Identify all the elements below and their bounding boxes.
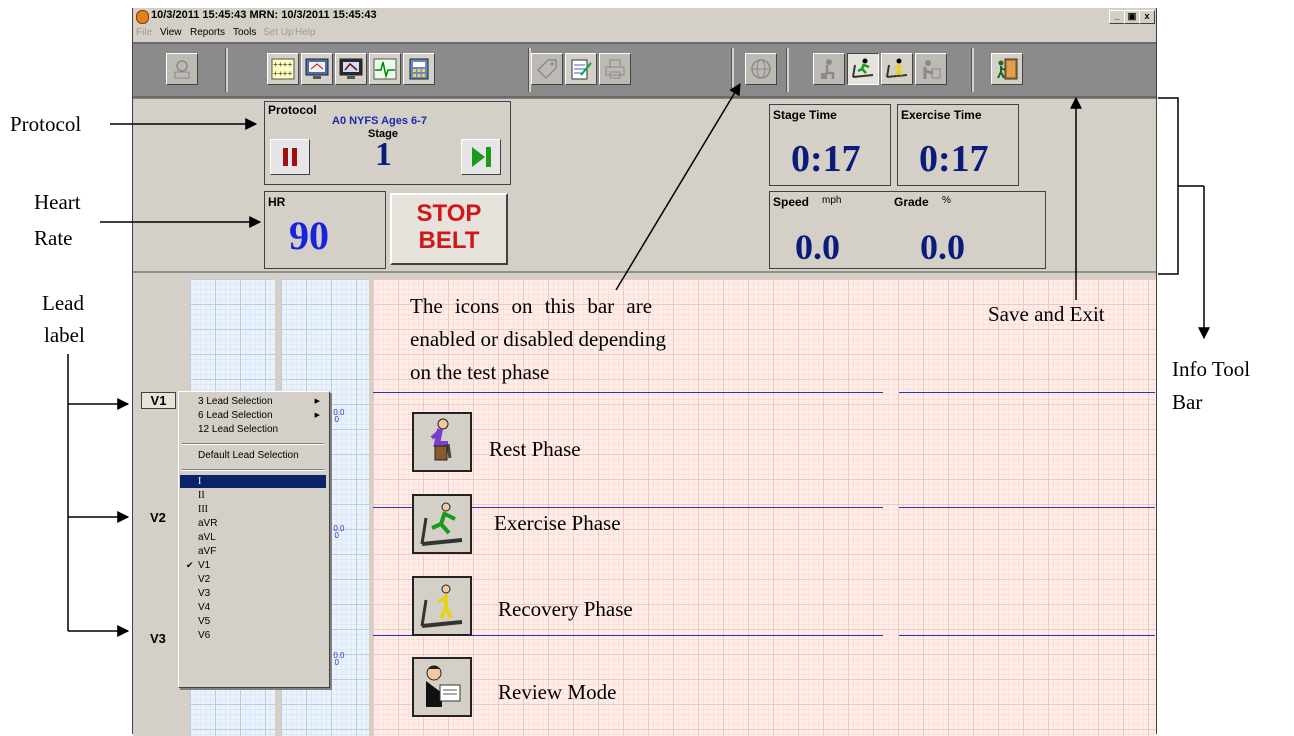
annotation-arrows bbox=[67, 82, 1210, 637]
